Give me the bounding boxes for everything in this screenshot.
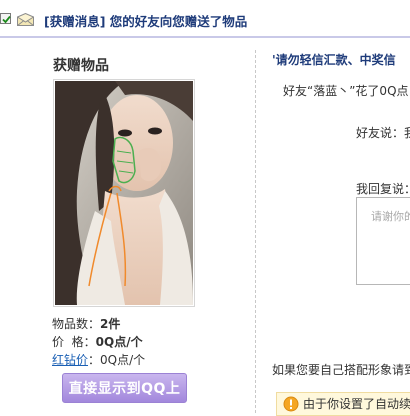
checkbox-checked-icon <box>2 15 11 24</box>
message-header: [获赠消息] 您的好友向您赠送了物品 <box>0 0 410 40</box>
gift-diamond-value: ：0Q点/个 <box>88 353 146 367</box>
gift-price: 价 格：0Q点/个 <box>52 333 143 350</box>
fraud-warning: '请勿轻信汇款、中奖信 <box>272 53 396 67</box>
subject-tag: [获赠消息] <box>44 14 106 29</box>
friend-said-label: 好友说：我 <box>356 126 410 140</box>
envelope-icon <box>17 13 34 26</box>
show-on-qq-button[interactable]: 直接显示到QQ上 <box>62 373 187 403</box>
gift-photo <box>53 79 195 307</box>
gift-count: 物品数：2件 <box>52 315 120 332</box>
reply-input[interactable] <box>356 197 410 285</box>
gift-diamond-price: 红钻价：0Q点/个 <box>52 351 145 368</box>
red-diamond-link[interactable]: 红钻价 <box>52 353 88 367</box>
select-checkbox[interactable] <box>0 13 11 24</box>
gift-count-label: 物品数： <box>52 317 101 331</box>
notice-text: 由于你设置了自动续 <box>303 397 410 411</box>
gift-price-value: 0Q点/个 <box>95 335 143 349</box>
gift-price-label: 价 格： <box>52 335 96 349</box>
message-subject: [获赠消息] 您的好友向您赠送了物品 <box>44 11 247 30</box>
auto-renew-notice: 由于你设置了自动续 <box>276 392 410 416</box>
header-divider <box>0 36 410 38</box>
gift-image <box>55 81 193 305</box>
gift-count-value: 2件 <box>100 317 121 331</box>
subject-text: 您的好友向您赠送了物品 <box>105 14 248 29</box>
panel-divider <box>255 50 256 413</box>
spent-text: 好友“落蓝丶”花了0Q点 <box>283 84 409 98</box>
warning-icon <box>283 396 299 412</box>
gift-title: 获赠物品 <box>53 58 109 74</box>
diy-avatar-text: 如果您要自己搭配形象请到 <box>272 363 410 377</box>
reply-label: 我回复说： <box>356 182 410 196</box>
